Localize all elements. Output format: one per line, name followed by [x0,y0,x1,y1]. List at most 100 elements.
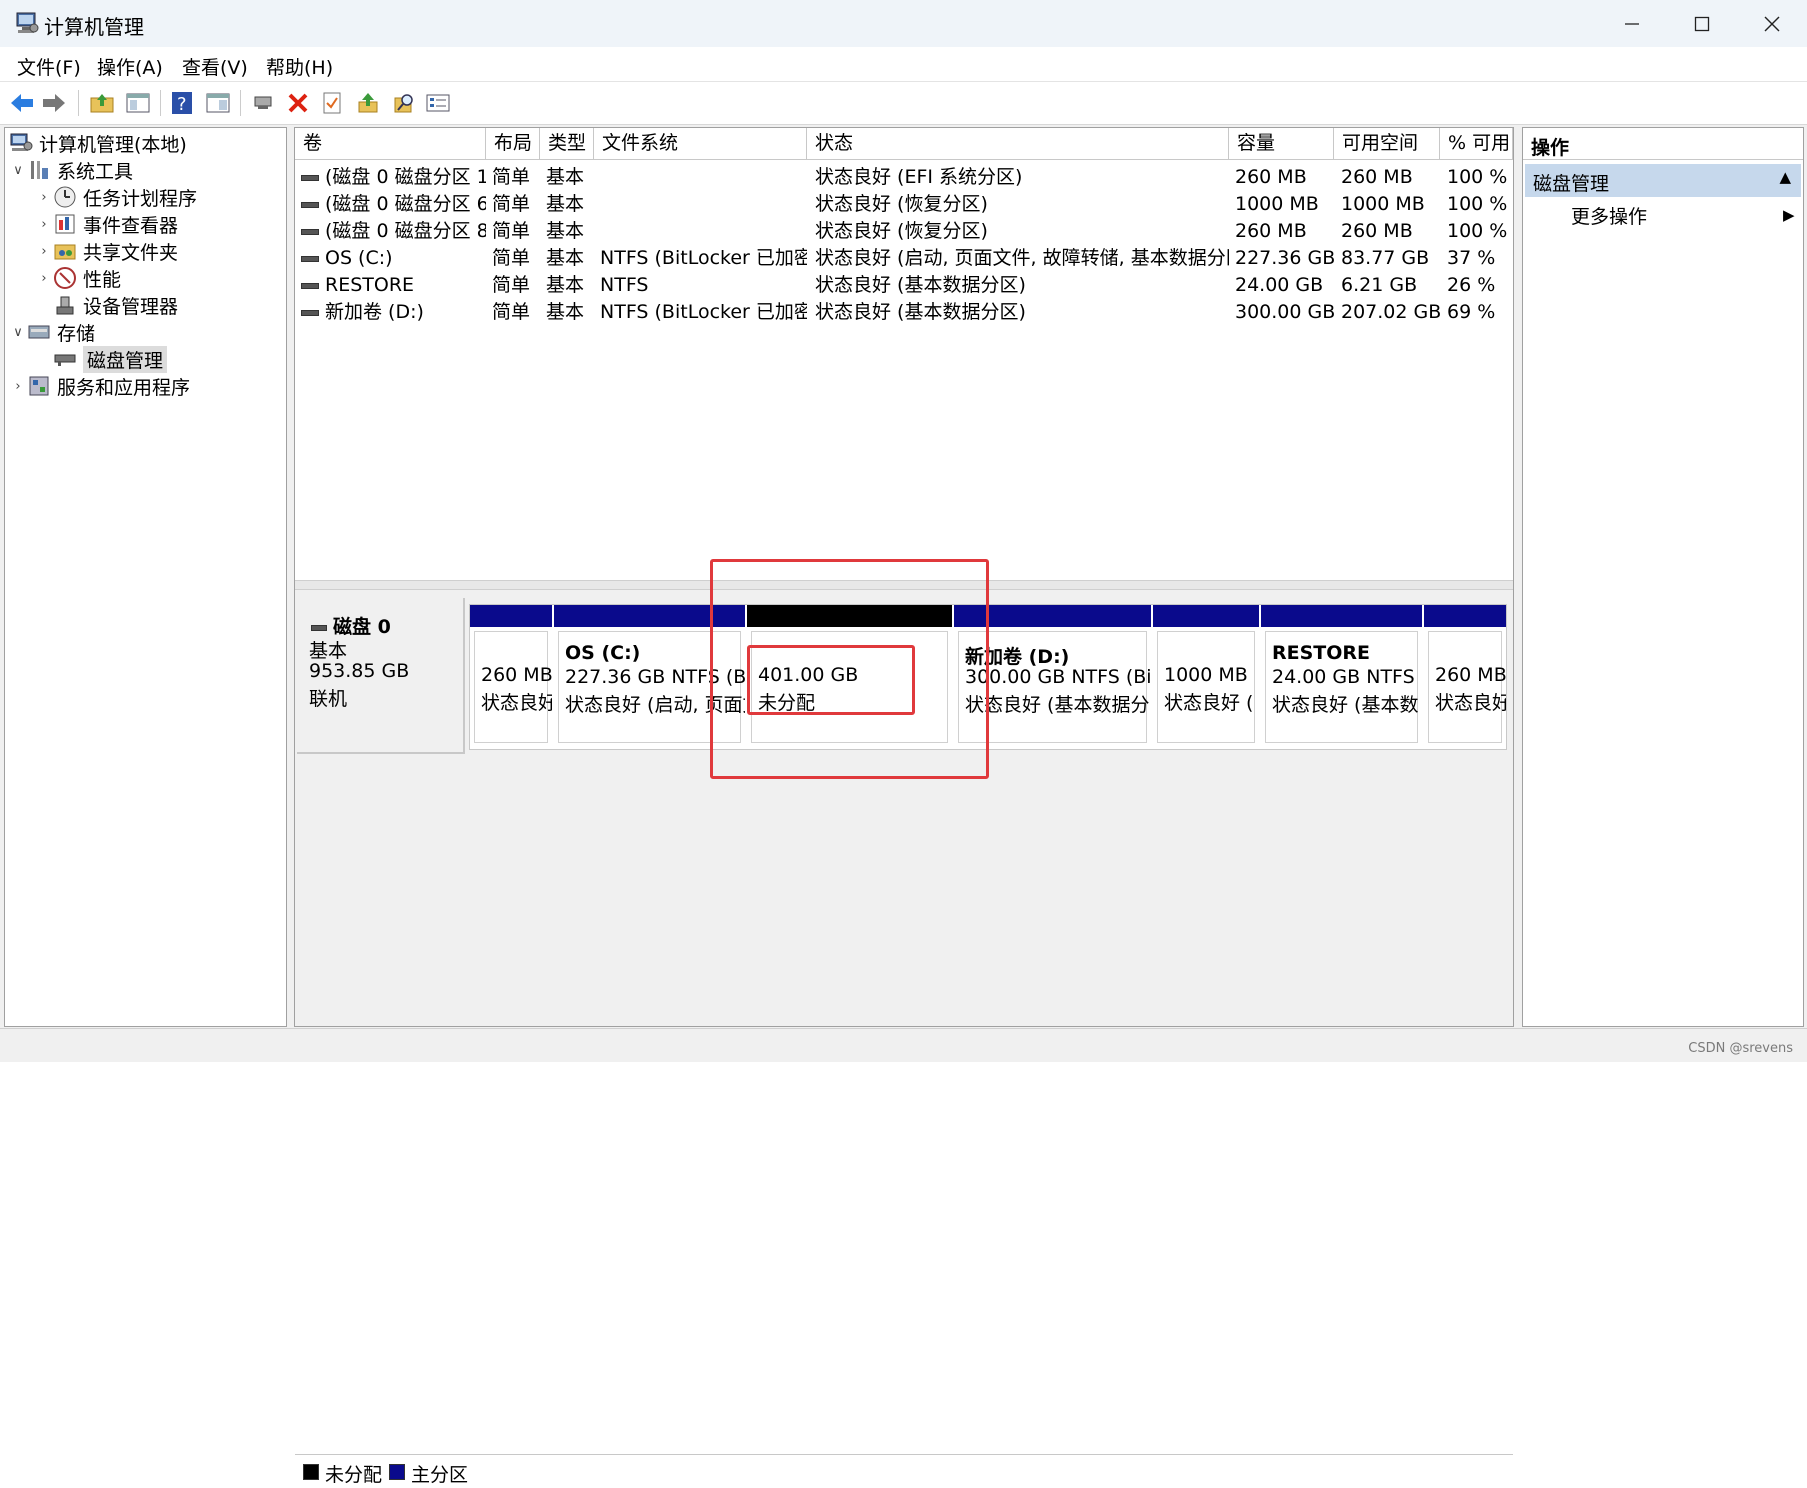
chevron-down-icon[interactable]: ∨ [9,325,27,340]
cell-text: 300.00 GB [1235,301,1334,323]
chevron-right-icon[interactable]: › [35,271,53,286]
volume-row[interactable]: OS (C:) 简单 基本 NTFS (BitLocker 已加密) 状态良好 (启动,… [295,245,1513,272]
col-header-free-space[interactable]: 可用空间 [1334,128,1440,159]
title-bar: 计算机管理 [0,0,1807,47]
menu-help[interactable]: 帮助(H) [266,53,333,80]
cell-text: 基本 [546,274,585,296]
partition-recovery-2[interactable]: 260 MB 状态良好 [1424,605,1506,749]
col-header-capacity[interactable]: 容量 [1229,128,1334,159]
cell-text: 69 % [1447,301,1496,323]
back-button[interactable] [6,87,38,119]
minimize-button[interactable] [1597,0,1667,47]
volume-row[interactable]: (磁盘 0 磁盘分区 1) 简单 基本 状态良好 (EFI 系统分区) 260 MB 26… [295,164,1513,191]
cell-type: 基本 [546,191,594,218]
col-header-filesystem[interactable]: 文件系统 [594,128,807,159]
tree-node-disk-management[interactable]: 磁盘管理 [53,345,168,373]
tree-node-device-manager[interactable]: 设备管理器 [35,292,178,318]
legend-swatch-unallocated [303,1464,319,1480]
partition-box: OS (C:)227.36 GB NTFS (BitL 状态良好 (启动, 页面文 [558,631,745,743]
properties-pane-button[interactable] [202,87,234,119]
col-header-status[interactable]: 状态 [807,128,1229,159]
search-button[interactable] [388,87,420,119]
volume-row[interactable]: 新加卷 (D:) 简单 基本 NTFS (BitLocker 已加密) 状态良好 (基本… [295,299,1513,326]
connect-button[interactable] [248,87,280,119]
tree-node-task-scheduler[interactable]: › 任务计划程序 [35,184,197,210]
show-hide-tree-button[interactable] [122,87,154,119]
up-folder-button[interactable] [86,87,118,119]
partition-line2: 状态良好 [481,692,552,714]
settings-button[interactable] [422,87,454,119]
cell-layout: 简单 [492,299,540,326]
col-header-percent-free[interactable]: % 可用 [1440,128,1513,159]
partition-efi[interactable]: 260 MB 状态良好 [470,605,552,749]
volume-list-header: 卷 布局 类型 文件系统 状态 容量 可用空间 % 可用 [295,128,1513,160]
minimize-icon [1625,22,1639,25]
col-header-type[interactable]: 类型 [540,128,594,159]
cell-text: 227.36 GB [1235,247,1334,269]
action-group-disk-management[interactable]: 磁盘管理 ▲ [1525,164,1801,197]
cell-text: 83.77 GB [1341,247,1430,269]
menu-action[interactable]: 操作(A) [97,53,163,80]
forward-button[interactable] [38,87,70,119]
col-header-layout[interactable]: 布局 [486,128,540,159]
partition-recovery[interactable]: 1000 MB 状态良好 ( [1153,605,1259,749]
chevron-right-icon[interactable]: › [35,244,53,259]
partition-title: OS (C:) [565,642,641,664]
cell-free-space: 1000 MB [1341,191,1440,218]
tree-node-system-tools[interactable]: ∨ 系统工具 [9,157,133,183]
partition-os-c[interactable]: OS (C:)227.36 GB NTFS (BitL 状态良好 (启动, 页面文 [554,605,745,749]
cell-capacity: 300.00 GB [1235,299,1334,326]
svg-text:?: ? [177,94,187,115]
disk-info-panel[interactable]: 磁盘 0 基本 953.85 GB 联机 [297,598,465,754]
cell-text: 207.02 GB [1341,301,1440,323]
disk-icon [311,624,327,631]
partition-color-bar [1424,605,1506,627]
chevron-right-icon[interactable]: › [9,379,27,394]
checklist-button[interactable] [316,87,348,119]
pane-splitter[interactable] [295,580,1513,590]
volume-row[interactable]: (磁盘 0 磁盘分区 8) 简单 基本 状态良好 (恢复分区) 260 MB 260 MB… [295,218,1513,245]
maximize-button[interactable] [1667,0,1737,47]
disk-management-icon [54,354,76,366]
partition-box: 260 MB 状态良好 [1428,631,1506,743]
chevron-right-icon[interactable]: › [35,217,53,232]
partition-color-bar [747,605,952,627]
volume-row[interactable]: (磁盘 0 磁盘分区 6) 简单 基本 状态良好 (恢复分区) 1000 MB 1000 … [295,191,1513,218]
tree-node-root[interactable]: 计算机管理(本地) [9,130,187,156]
cell-layout: 简单 [492,245,540,272]
partition-line1: 260 MB [1435,664,1506,686]
export-button[interactable] [352,87,384,119]
more-actions-item[interactable]: 更多操作 [1571,202,1647,229]
chevron-right-icon[interactable]: › [35,190,53,205]
cell-layout: 简单 [492,218,540,245]
partition-new-volume-d[interactable]: 新加卷 (D:) 300.00 GB NTFS (BitL 状态良好 (基本数据分 [954,605,1151,749]
tree-node-storage[interactable]: ∨ 存储 [9,319,95,345]
cell-text: 1000 MB [1341,193,1425,215]
partition-unallocated[interactable]: 401.00 GB 未分配 [747,605,952,749]
close-button[interactable] [1737,0,1807,47]
services-icon [29,376,49,396]
tree-node-services[interactable]: › 服务和应用程序 [9,373,190,399]
tree-node-performance[interactable]: › 性能 [35,265,121,291]
col-header-volume[interactable]: 卷 [295,128,486,159]
storage-icon [28,325,50,339]
cell-type: 基本 [546,272,594,299]
chevron-down-icon[interactable]: ∨ [9,163,27,178]
cell-text: 状态良好 (恢复分区) [815,193,988,215]
disk-type: 基本 [309,640,348,662]
collapse-up-icon[interactable]: ▲ [1779,168,1791,186]
volume-row[interactable]: RESTORE 简单 基本 NTFS 状态良好 (基本数据分区) 24.00 GB 6.21… [295,272,1513,299]
help-button[interactable]: ? [166,87,198,119]
cell-text: 260 MB [1341,166,1413,188]
menu-view[interactable]: 查看(V) [182,53,248,80]
cell-free-space: 260 MB [1341,164,1440,191]
menu-file[interactable]: 文件(F) [17,53,81,80]
tree-node-event-viewer[interactable]: › 事件查看器 [35,211,178,237]
cell-text: NTFS [600,274,649,296]
cell-text: 简单 [492,301,531,323]
partition-restore[interactable]: RESTORE 24.00 GB NTFS 状态良好 (基本数 [1261,605,1422,749]
partition-color-bar [1261,605,1422,627]
cell-text: 基本 [546,193,585,215]
tree-node-shared-folders[interactable]: › 共享文件夹 [35,238,178,264]
delete-button[interactable] [282,87,314,119]
